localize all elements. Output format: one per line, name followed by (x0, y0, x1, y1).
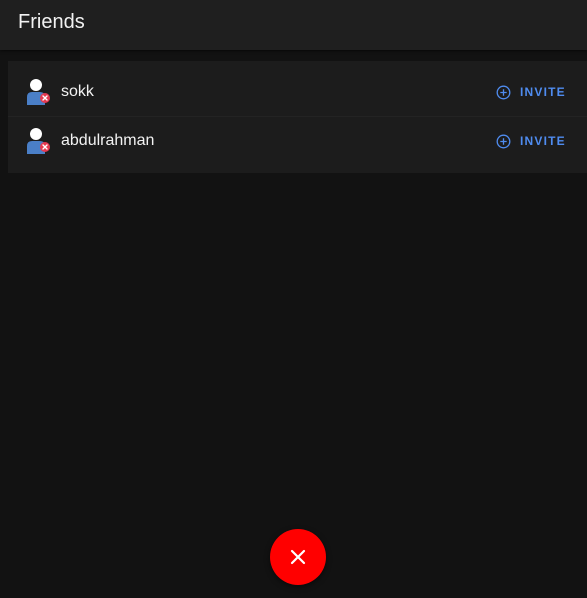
invite-label: INVITE (520, 85, 566, 99)
list-item: abdulrahman INVITE (8, 116, 587, 164)
invite-label: INVITE (520, 134, 566, 148)
user-offline-icon (25, 127, 51, 155)
close-button[interactable] (270, 529, 326, 585)
page-title: Friends (18, 11, 85, 33)
add-circle-icon (496, 134, 511, 149)
invite-button[interactable]: INVITE (488, 129, 578, 153)
app-header: Friends (0, 0, 587, 50)
friend-name: abdulrahman (61, 132, 155, 149)
friend-name: sokk (61, 83, 94, 100)
friends-list: sokk INVITE abdulrahman INVITE (8, 61, 587, 173)
user-offline-icon (25, 78, 51, 106)
list-item: sokk INVITE (8, 68, 587, 116)
close-icon (290, 549, 306, 565)
add-circle-icon (496, 85, 511, 100)
invite-button[interactable]: INVITE (488, 80, 578, 104)
